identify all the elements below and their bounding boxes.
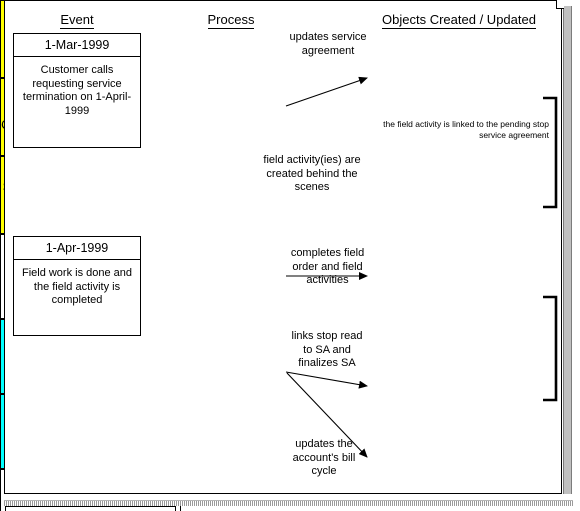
- frame-shadow: [563, 6, 572, 500]
- column-header-event: Event: [13, 12, 141, 29]
- column-header-process: Process: [170, 12, 292, 29]
- diagram-canvas: Event Process Objects Created / Updated …: [0, 0, 580, 511]
- note-field-activity-linked: the field activity is linked to the pend…: [383, 119, 549, 140]
- annotation-field-activities-created: field activity(ies) are created behind t…: [263, 154, 361, 193]
- annotation-links-stop-read: links stop read to SA and finalizes SA: [291, 330, 363, 369]
- event-1-date: 1-Mar-1999: [14, 34, 140, 57]
- annotation-completes-field-order: completes field order and field activiti…: [290, 247, 365, 286]
- annotation-updates-bill-cycle: updates the account's bill cycle: [292, 438, 356, 477]
- column-header-objects: Objects Created / Updated: [366, 12, 552, 29]
- frame-bottom-band: [4, 500, 573, 506]
- event-1-description: Customer calls requesting service termin…: [22, 64, 132, 117]
- event-box-2: 1-Apr-1999 Field work is done and the fi…: [13, 236, 141, 336]
- event-2-date: 1-Apr-1999: [14, 237, 140, 260]
- frame-shadow-corner: [556, 0, 564, 9]
- event-2-description: Field work is done and the field activit…: [21, 267, 133, 306]
- event-box-1: 1-Mar-1999 Customer calls requesting ser…: [13, 33, 141, 148]
- column-header-process-label: Process: [207, 12, 255, 29]
- object-subbox-sp1-stopped: SP 1: Electric Service Point Stop read: …: [5, 506, 176, 511]
- annotation-updates-service-agreement: updates service agreement: [289, 31, 367, 57]
- column-header-event-label: Event: [60, 12, 94, 29]
- column-header-objects-label: Objects Created / Updated: [382, 12, 536, 29]
